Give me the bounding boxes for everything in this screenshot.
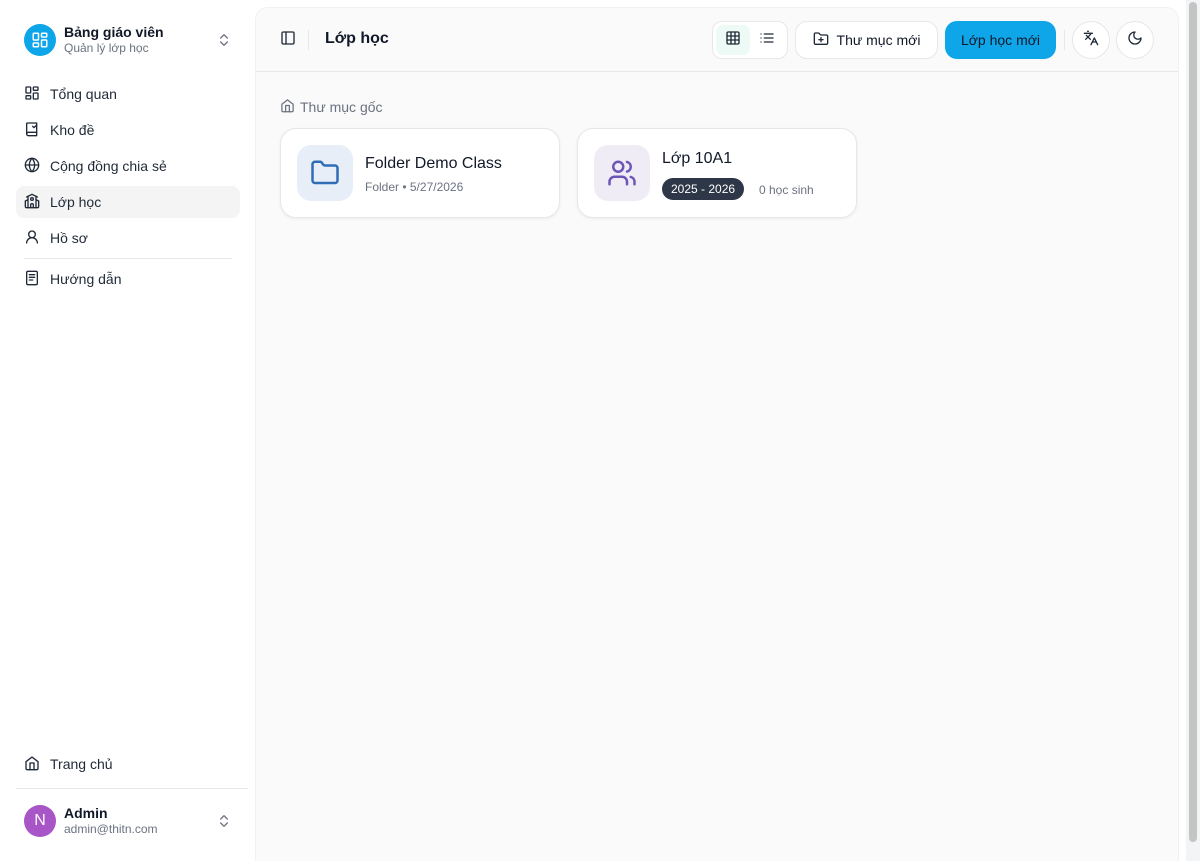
page-title: Lớp học [325, 30, 389, 47]
folder-meta: Folder • 5/27/2026 [365, 180, 464, 194]
dashboard-icon [24, 85, 40, 104]
list-view-button[interactable] [750, 25, 784, 55]
sidebar-footer-divider [16, 788, 248, 789]
panel-left-icon [280, 30, 296, 51]
folder-icon [297, 145, 353, 201]
new-folder-button[interactable]: Thư mục mới [795, 21, 938, 59]
school-icon [24, 193, 40, 212]
dashboard-logo-icon [24, 24, 56, 56]
class-title: Lớp 10A1 [662, 150, 733, 167]
new-class-button[interactable]: Lớp học mới [945, 21, 1056, 59]
student-count: 0 học sinh [759, 183, 814, 197]
user-email: admin@thitn.com [64, 822, 158, 837]
grid-icon [725, 30, 741, 51]
sidebar: Bảng giáo viên Quản lý lớp học Tổng quan… [0, 0, 248, 861]
theme-toggle-button[interactable] [1116, 21, 1154, 59]
book-icon [24, 121, 40, 140]
home-icon [24, 755, 40, 774]
user-name: Admin [64, 805, 108, 822]
folder-card[interactable]: Folder Demo Class Folder • 5/27/2026 [280, 128, 560, 218]
chevrons-up-down-icon [216, 813, 232, 834]
year-badge: 2025 - 2026 [662, 178, 745, 200]
sidebar-item-classes[interactable]: Lớp học [16, 186, 240, 218]
list-icon [759, 30, 775, 51]
user-menu[interactable]: N Admin admin@thitn.com [16, 797, 240, 845]
folder-plus-icon [813, 31, 829, 50]
sidebar-item-label: Cộng đồng chia sẻ [50, 158, 167, 174]
chevrons-up-down-icon [216, 32, 232, 53]
globe-icon [24, 157, 40, 176]
sidebar-nav: Tổng quan Kho đề Cộng đồng chia sẻ Lớp h… [16, 78, 240, 299]
brand-subtitle: Quản lý lớp học [64, 41, 149, 56]
sidebar-item-label: Trang chủ [50, 756, 113, 772]
sidebar-item-label: Hướng dẫn [50, 271, 122, 287]
sidebar-item-overview[interactable]: Tổng quan [16, 78, 240, 110]
header-separator [308, 30, 309, 50]
users-icon [594, 145, 650, 201]
brand-title: Bảng giáo viên [64, 24, 164, 41]
breadcrumb[interactable]: Thư mục gốc [280, 98, 383, 116]
breadcrumb-root: Thư mục gốc [300, 99, 383, 115]
workspace-switcher[interactable]: Bảng giáo viên Quản lý lớp học [16, 16, 240, 64]
folder-title: Folder Demo Class [365, 155, 502, 172]
home-icon [280, 98, 295, 116]
new-folder-label: Thư mục mới [836, 32, 921, 48]
sidebar-item-community[interactable]: Cộng đồng chia sẻ [16, 150, 240, 182]
header-separator [1064, 30, 1065, 50]
sidebar-item-label: Tổng quan [50, 86, 117, 102]
user-icon [24, 229, 40, 248]
sidebar-item-label: Lớp học [50, 194, 102, 210]
sidebar-item-profile[interactable]: Hồ sơ [16, 222, 240, 254]
main-panel: Lớp học Thư mục mới Lớp học mới Thư mục … [256, 8, 1178, 861]
page-header: Lớp học Thư mục mới Lớp học mới [256, 8, 1178, 72]
avatar: N [24, 805, 56, 837]
view-toggle [712, 21, 788, 59]
grid-view-button[interactable] [716, 25, 750, 55]
nav-divider [24, 258, 232, 259]
scrollbar-thumb[interactable] [1189, 2, 1197, 842]
sidebar-item-label: Hồ sơ [50, 230, 88, 246]
sidebar-item-home[interactable]: Trang chủ [16, 748, 240, 780]
language-button[interactable] [1072, 21, 1110, 59]
sidebar-item-guide[interactable]: Hướng dẫn [16, 263, 240, 295]
sidebar-item-question-bank[interactable]: Kho đề [16, 114, 240, 146]
sidebar-toggle-button[interactable] [276, 30, 300, 50]
class-card[interactable]: Lớp 10A1 2025 - 2026 0 học sinh [577, 128, 857, 218]
document-icon [24, 270, 40, 289]
translate-icon [1083, 30, 1099, 51]
moon-icon [1127, 30, 1143, 51]
sidebar-item-label: Kho đề [50, 122, 95, 138]
